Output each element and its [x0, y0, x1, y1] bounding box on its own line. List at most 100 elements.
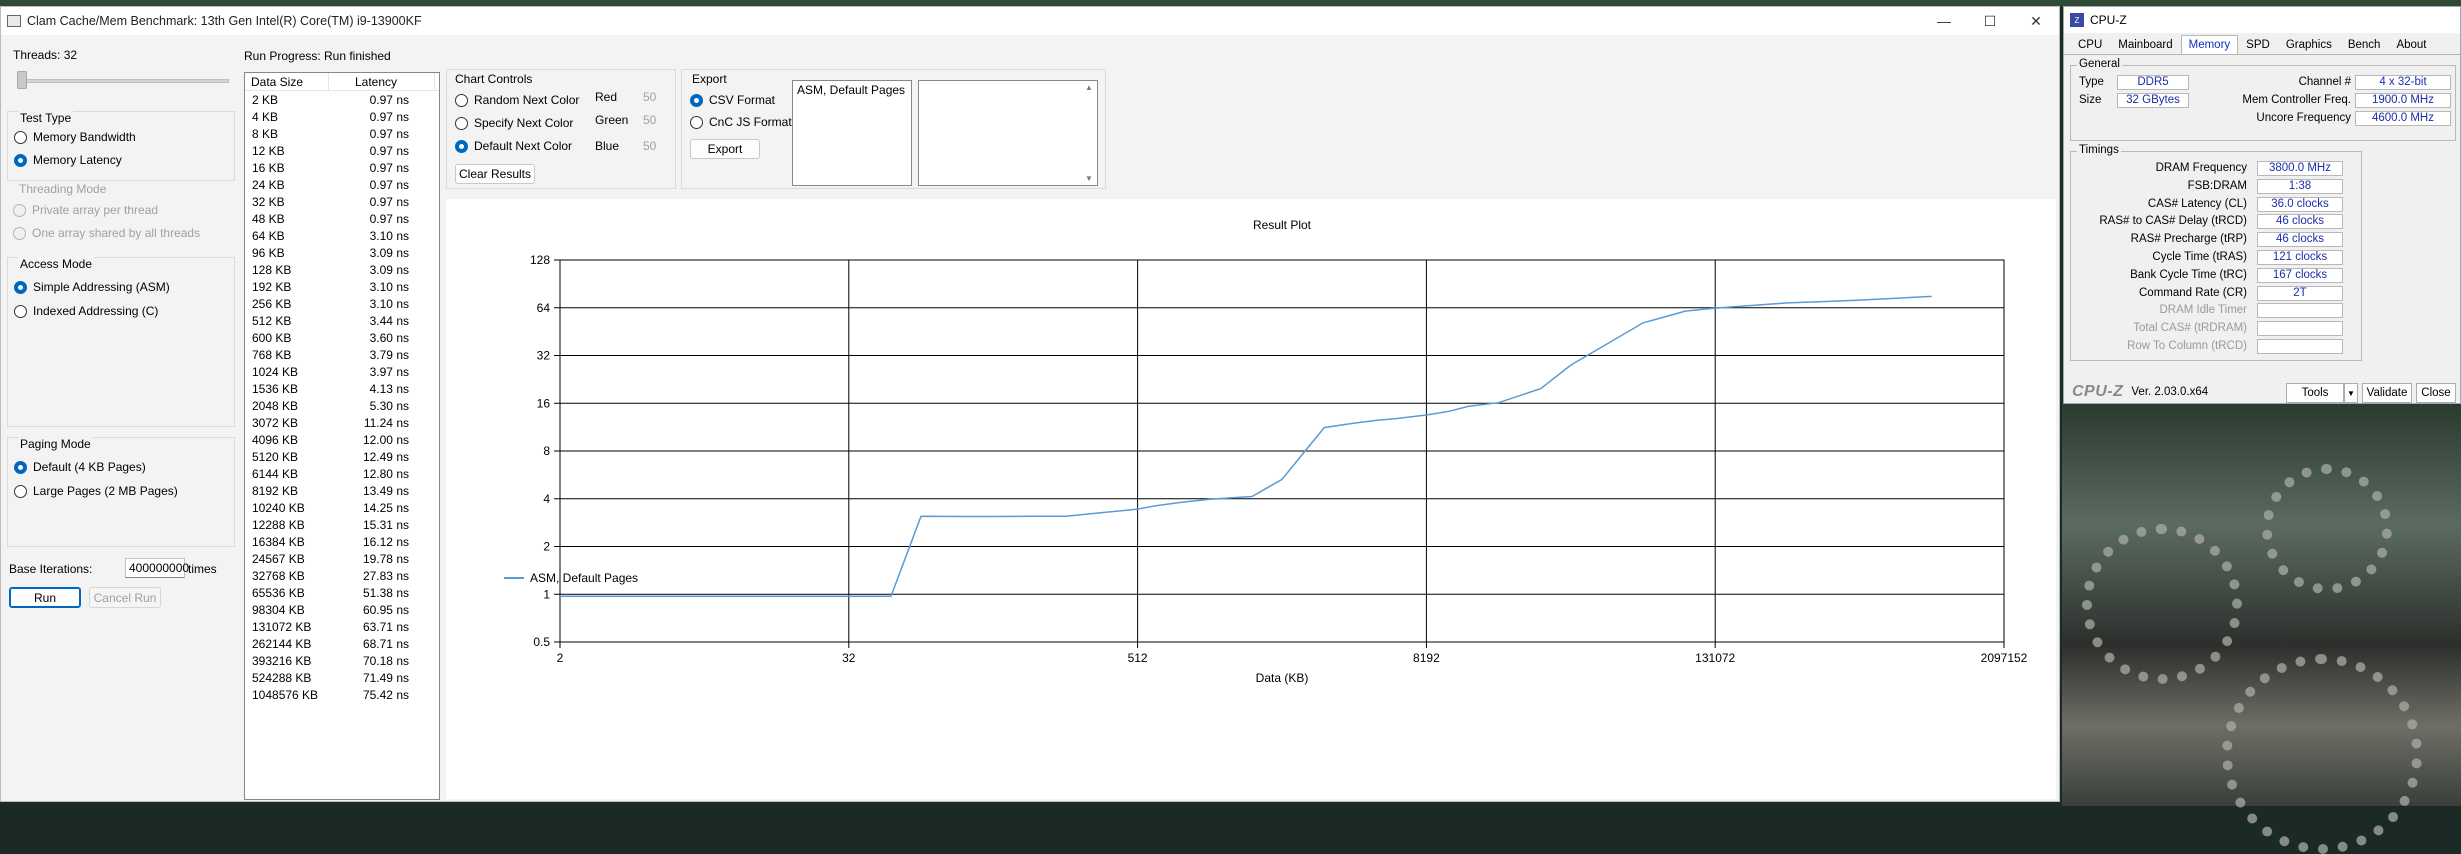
radio-cnc-js-format[interactable]: CnC JS Format [690, 115, 792, 129]
table-row[interactable]: 524288 KB 71.49 ns [245, 669, 439, 686]
table-row[interactable]: 600 KB 3.60 ns [245, 329, 439, 346]
tab-about[interactable]: About [2388, 35, 2434, 54]
scroll-down-icon[interactable]: ▼ [1085, 174, 1093, 183]
table-row[interactable]: 256 KB 3.10 ns [245, 295, 439, 312]
results-table[interactable]: Data Size Latency 2 KB 0.97 ns 4 KB 0.97 ns… [244, 72, 440, 800]
table-row[interactable]: 8192 KB 13.49 ns [245, 482, 439, 499]
table-row[interactable]: 192 KB 3.10 ns [245, 278, 439, 295]
maximize-button[interactable]: ☐ [1967, 7, 2013, 35]
output-scrollbar[interactable]: ▲ ▼ [1081, 81, 1097, 185]
table-row[interactable]: 24567 KB 19.78 ns [245, 550, 439, 567]
timing-value: 167 clocks [2257, 267, 2343, 283]
table-row[interactable]: 65536 KB 51.38 ns [245, 584, 439, 601]
table-row[interactable]: 16 KB 0.97 ns [245, 159, 439, 176]
table-row[interactable]: 4 KB 0.97 ns [245, 108, 439, 125]
table-row[interactable]: 5120 KB 12.49 ns [245, 448, 439, 465]
chart-title: Result Plot [1253, 218, 1312, 232]
blue-input[interactable]: 50 [643, 139, 656, 153]
radio-default-pages[interactable]: Default (4 KB Pages) [14, 460, 146, 474]
cell-latency: 3.10 ns [369, 279, 409, 294]
col-data-size[interactable]: Data Size [245, 73, 329, 90]
radio-large-pages[interactable]: Large Pages (2 MB Pages) [14, 484, 178, 498]
radio-random-color[interactable]: Random Next Color [455, 93, 579, 107]
radio-shared-array[interactable]: One array shared by all threads [13, 226, 200, 240]
table-row[interactable]: 8 KB 0.97 ns [245, 125, 439, 142]
tab-mainboard[interactable]: Mainboard [2110, 35, 2180, 54]
table-row[interactable]: 393216 KB 70.18 ns [245, 652, 439, 669]
green-input[interactable]: 50 [643, 113, 656, 127]
timing-value: 46 clocks [2257, 214, 2343, 230]
radio-simple-addressing[interactable]: Simple Addressing (ASM) [14, 280, 170, 294]
radio-memory-bandwidth[interactable]: Memory Bandwidth [14, 130, 136, 144]
run-button[interactable]: Run [9, 587, 81, 608]
minimize-button[interactable]: — [1921, 7, 1967, 35]
table-row[interactable]: 131072 KB 63.71 ns [245, 618, 439, 635]
tab-memory[interactable]: Memory [2180, 35, 2239, 54]
tools-button[interactable]: Tools [2286, 383, 2344, 403]
radio-indexed-addressing[interactable]: Indexed Addressing (C) [14, 304, 158, 318]
table-row[interactable]: 32 KB 0.97 ns [245, 193, 439, 210]
cell-latency: 0.97 ns [369, 211, 409, 226]
table-row[interactable]: 48 KB 0.97 ns [245, 210, 439, 227]
tab-cpu[interactable]: CPU [2070, 35, 2110, 54]
cancel-run-button[interactable]: Cancel Run [89, 587, 161, 608]
cell-latency: 68.71 ns [362, 636, 409, 651]
threads-slider-thumb[interactable] [17, 71, 27, 89]
table-row[interactable]: 6144 KB 12.80 ns [245, 465, 439, 482]
table-row[interactable]: 128 KB 3.09 ns [245, 261, 439, 278]
table-row[interactable]: 1024 KB 3.97 ns [245, 363, 439, 380]
cell-data-size: 524288 KB [252, 670, 312, 685]
table-row[interactable]: 24 KB 0.97 ns [245, 176, 439, 193]
cell-data-size: 98304 KB [252, 602, 305, 617]
close-cpuz-button[interactable]: Close [2416, 383, 2456, 403]
export-button[interactable]: Export [690, 139, 760, 159]
tab-spd[interactable]: SPD [2238, 35, 2278, 54]
cell-data-size: 256 KB [252, 296, 292, 311]
tab-bench[interactable]: Bench [2340, 35, 2389, 54]
export-title: Export [692, 72, 727, 86]
results-listbox[interactable]: ASM, Default Pages [792, 80, 912, 186]
close-button[interactable]: ✕ [2013, 7, 2059, 35]
table-row[interactable]: 2048 KB 5.30 ns [245, 397, 439, 414]
cell-data-size: 1536 KB [252, 381, 299, 396]
red-input[interactable]: 50 [643, 90, 656, 104]
cell-latency: 16.12 ns [362, 534, 409, 549]
table-row[interactable]: 10240 KB 14.25 ns [245, 499, 439, 516]
x-tick-label: 32 [842, 651, 856, 665]
table-row[interactable]: 16384 KB 16.12 ns [245, 533, 439, 550]
threads-slider-track[interactable] [17, 79, 229, 83]
cell-latency: 51.38 ns [362, 585, 409, 600]
table-row[interactable]: 12288 KB 15.31 ns [245, 516, 439, 533]
tools-dropdown-icon[interactable]: ▼ [2344, 383, 2358, 403]
table-row[interactable]: 12 KB 0.97 ns [245, 142, 439, 159]
radio-private-array[interactable]: Private array per thread [13, 203, 158, 217]
radio-specify-color[interactable]: Specify Next Color [455, 116, 573, 130]
scroll-up-icon[interactable]: ▲ [1085, 83, 1093, 92]
table-row[interactable]: 64 KB 3.10 ns [245, 227, 439, 244]
table-row[interactable]: 32768 KB 27.83 ns [245, 567, 439, 584]
radio-default-color[interactable]: Default Next Color [455, 139, 572, 153]
results-list-item[interactable]: ASM, Default Pages [797, 83, 907, 97]
clear-results-button[interactable]: Clear Results [455, 164, 535, 184]
radio-memory-latency[interactable]: Memory Latency [14, 153, 122, 167]
table-row[interactable]: 2 KB 0.97 ns [245, 91, 439, 108]
table-row[interactable]: 262144 KB 68.71 ns [245, 635, 439, 652]
tab-graphics[interactable]: Graphics [2278, 35, 2340, 54]
table-row[interactable]: 512 KB 3.44 ns [245, 312, 439, 329]
cell-latency: 0.97 ns [369, 109, 409, 124]
base-iterations-input[interactable]: 400000000 [125, 558, 189, 578]
cell-latency: 3.09 ns [369, 245, 409, 260]
table-row[interactable]: 3072 KB 11.24 ns [245, 414, 439, 431]
table-row[interactable]: 98304 KB 60.95 ns [245, 601, 439, 618]
x-tick-label: 512 [1128, 651, 1148, 665]
table-row[interactable]: 1536 KB 4.13 ns [245, 380, 439, 397]
cell-data-size: 1048576 KB [252, 687, 319, 702]
table-row[interactable]: 1048576 KB 75.42 ns [245, 686, 439, 703]
validate-button[interactable]: Validate [2362, 383, 2412, 403]
radio-csv-format[interactable]: CSV Format [690, 93, 775, 107]
export-output-box[interactable]: ▲ ▼ [918, 80, 1098, 186]
table-row[interactable]: 4096 KB 12.00 ns [245, 431, 439, 448]
col-latency[interactable]: Latency [329, 73, 435, 90]
table-row[interactable]: 96 KB 3.09 ns [245, 244, 439, 261]
table-row[interactable]: 768 KB 3.79 ns [245, 346, 439, 363]
